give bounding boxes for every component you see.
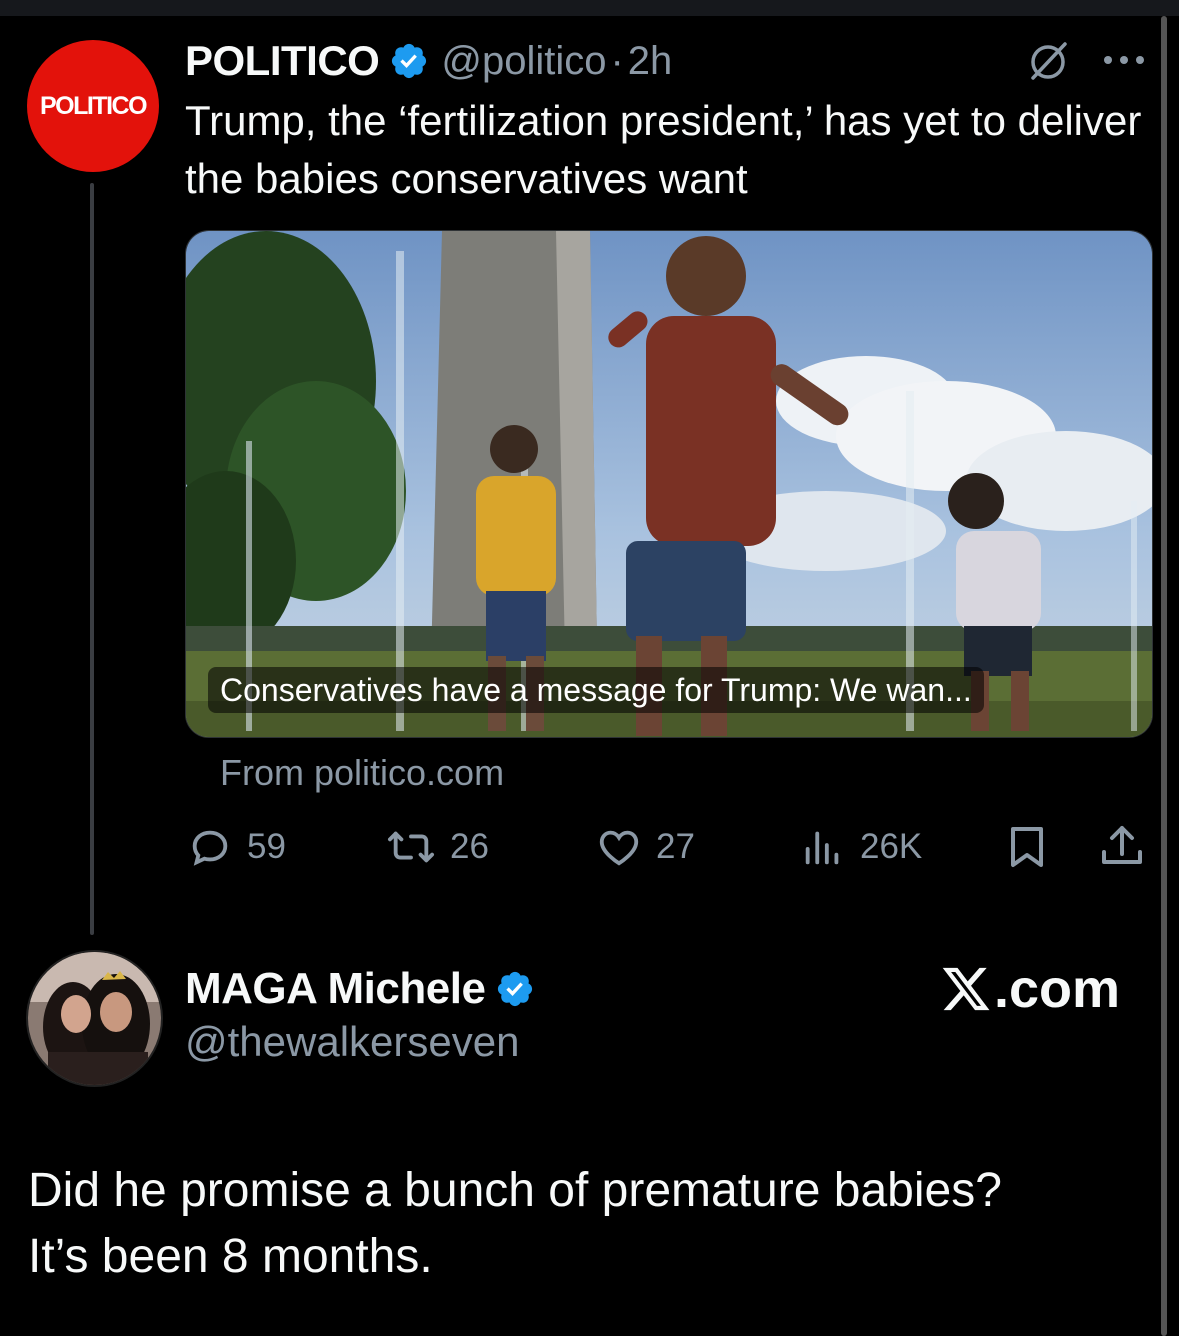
top-bar xyxy=(0,0,1179,16)
tweet-header: POLITICO @politico · 2h xyxy=(185,34,672,88)
reply-icon xyxy=(192,830,228,866)
card-source[interactable]: From politico.com xyxy=(220,752,504,794)
like-button[interactable]: 27 xyxy=(596,823,695,871)
reply-text: Did he promise a bunch of premature babi… xyxy=(28,1158,1148,1290)
maga-michele-avatar[interactable] xyxy=(26,950,163,1087)
like-count: 27 xyxy=(656,827,695,866)
author-name[interactable]: POLITICO xyxy=(185,37,380,85)
card-image xyxy=(186,231,1152,737)
x-com-text: .com xyxy=(994,959,1121,1019)
reply-header: MAGA Michele xyxy=(185,962,535,1016)
x-logo-icon xyxy=(942,967,990,1011)
grok-icon[interactable] xyxy=(1025,38,1071,84)
reply-text-line-2: It’s been 8 months. xyxy=(28,1230,433,1283)
repost-button[interactable]: 26 xyxy=(386,823,489,871)
reply-text-line-1: Did he promise a bunch of premature babi… xyxy=(28,1164,1002,1217)
x-com-logo: .com xyxy=(940,958,1120,1020)
tweet-time[interactable]: 2h xyxy=(628,39,673,84)
more-icon[interactable] xyxy=(1100,50,1148,70)
bookmark-icon[interactable] xyxy=(1005,823,1049,871)
thread-line xyxy=(90,183,94,935)
reply-author-handle[interactable]: @thewalkerseven xyxy=(185,1018,519,1066)
share-icon[interactable] xyxy=(1098,822,1146,870)
scrollbar[interactable] xyxy=(1161,16,1167,1336)
separator-dot: · xyxy=(610,38,624,83)
reply-button[interactable]: 59 xyxy=(187,823,286,871)
tweet-text: Trump, the ‘fertilization president,’ ha… xyxy=(185,97,1142,202)
link-card[interactable]: Conservatives have a message for Trump: … xyxy=(185,230,1153,738)
verified-badge-icon xyxy=(498,971,533,1007)
reply-author-name[interactable]: MAGA Michele xyxy=(185,964,486,1014)
avatar-photo xyxy=(28,952,161,1085)
reply-count: 59 xyxy=(247,827,286,866)
card-caption: Conservatives have a message for Trump: … xyxy=(208,667,984,713)
repost-count: 26 xyxy=(450,827,489,866)
repost-icon xyxy=(387,831,434,863)
politico-avatar[interactable]: POLITICO xyxy=(27,40,159,172)
like-icon xyxy=(599,830,639,866)
verified-badge-icon xyxy=(392,43,427,79)
views-count: 26K xyxy=(860,827,923,866)
views-button[interactable]: 26K xyxy=(800,823,922,871)
author-handle[interactable]: @politico xyxy=(441,39,606,84)
avatar-logo-text: POLITICO xyxy=(39,91,148,120)
views-icon xyxy=(805,831,839,865)
